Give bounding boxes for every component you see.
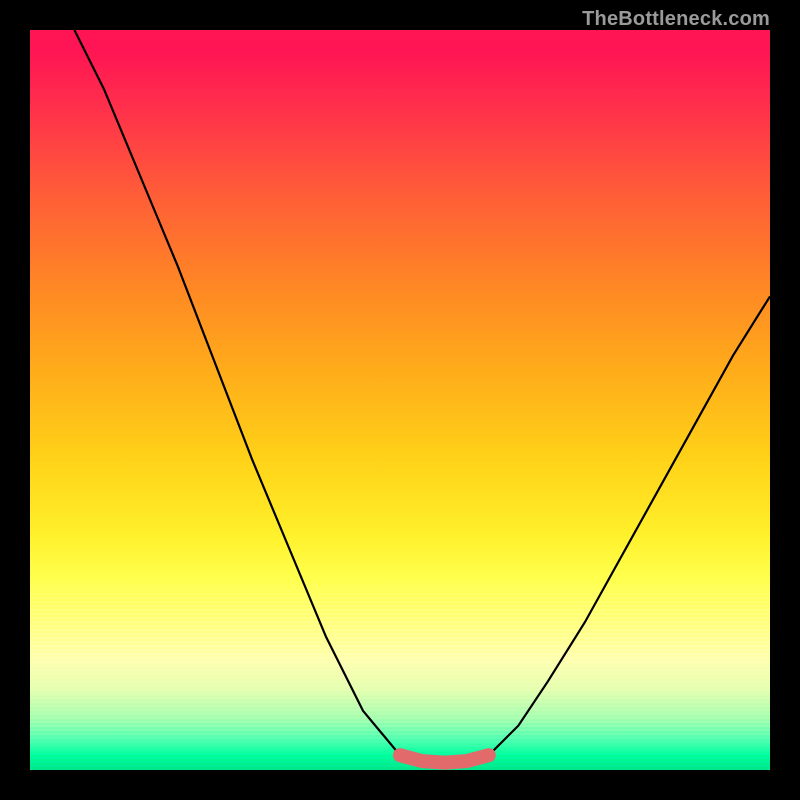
bottleneck-chart: TheBottleneck.com — [30, 30, 770, 770]
bottleneck-curve — [30, 30, 770, 770]
watermark-text: TheBottleneck.com — [582, 8, 770, 31]
